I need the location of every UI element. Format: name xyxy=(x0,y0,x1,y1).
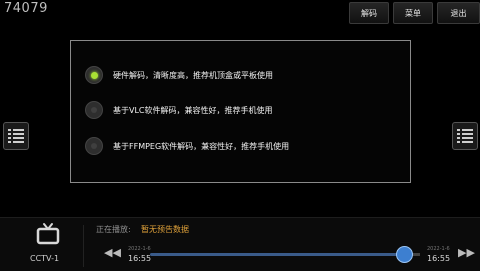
rewind-icon[interactable]: ◀◀ xyxy=(104,246,121,259)
radio-button[interactable] xyxy=(85,101,103,119)
program-list-button[interactable] xyxy=(452,122,478,150)
tv-icon xyxy=(36,223,60,245)
decode-option-label: 基于FFMPEG软件解码，兼容性好，推荐手机使用 xyxy=(113,141,290,151)
divider xyxy=(83,225,84,267)
fast-forward-icon[interactable]: ▶▶ xyxy=(458,246,475,259)
radio-button[interactable] xyxy=(85,137,103,155)
channel-name: CCTV-1 xyxy=(30,254,60,263)
now-playing-label: 正在播放: xyxy=(96,225,131,234)
decode-option-vlc[interactable]: 基于VLC软件解码，兼容性好，推荐手机使用 xyxy=(85,98,273,122)
player-bar xyxy=(0,217,480,271)
now-playing-value: 暂无预告数据 xyxy=(141,225,189,234)
decode-option-hardware[interactable]: 硬件解码，清晰度高，推荐机顶盒或平板使用 xyxy=(85,63,273,87)
progress-track[interactable] xyxy=(150,253,405,256)
decode-option-label: 基于VLC软件解码，兼容性好，推荐手机使用 xyxy=(113,105,273,115)
channel-number: 74079 xyxy=(4,1,48,16)
list-icon xyxy=(457,129,473,143)
start-time: 16:55 xyxy=(128,254,152,263)
start-date: 2022-1-6 xyxy=(128,246,151,252)
end-time: 16:55 xyxy=(427,254,451,263)
decode-option-ffmpeg[interactable]: 基于FFMPEG软件解码，兼容性好，推荐手机使用 xyxy=(85,134,289,158)
channel-list-button[interactable] xyxy=(3,122,29,150)
radio-button[interactable] xyxy=(85,66,103,84)
decode-button[interactable]: 解码 xyxy=(349,2,389,24)
progress-handle[interactable] xyxy=(396,246,413,263)
decode-mode-dialog: 硬件解码，清晰度高，推荐机顶盒或平板使用 基于VLC软件解码，兼容性好，推荐手机… xyxy=(70,40,411,183)
exit-button[interactable]: 退出 xyxy=(437,2,480,24)
list-icon xyxy=(8,129,24,143)
end-date: 2022-1-6 xyxy=(427,246,450,252)
menu-button[interactable]: 菜单 xyxy=(393,2,433,24)
decode-option-label: 硬件解码，清晰度高，推荐机顶盒或平板使用 xyxy=(113,70,273,80)
